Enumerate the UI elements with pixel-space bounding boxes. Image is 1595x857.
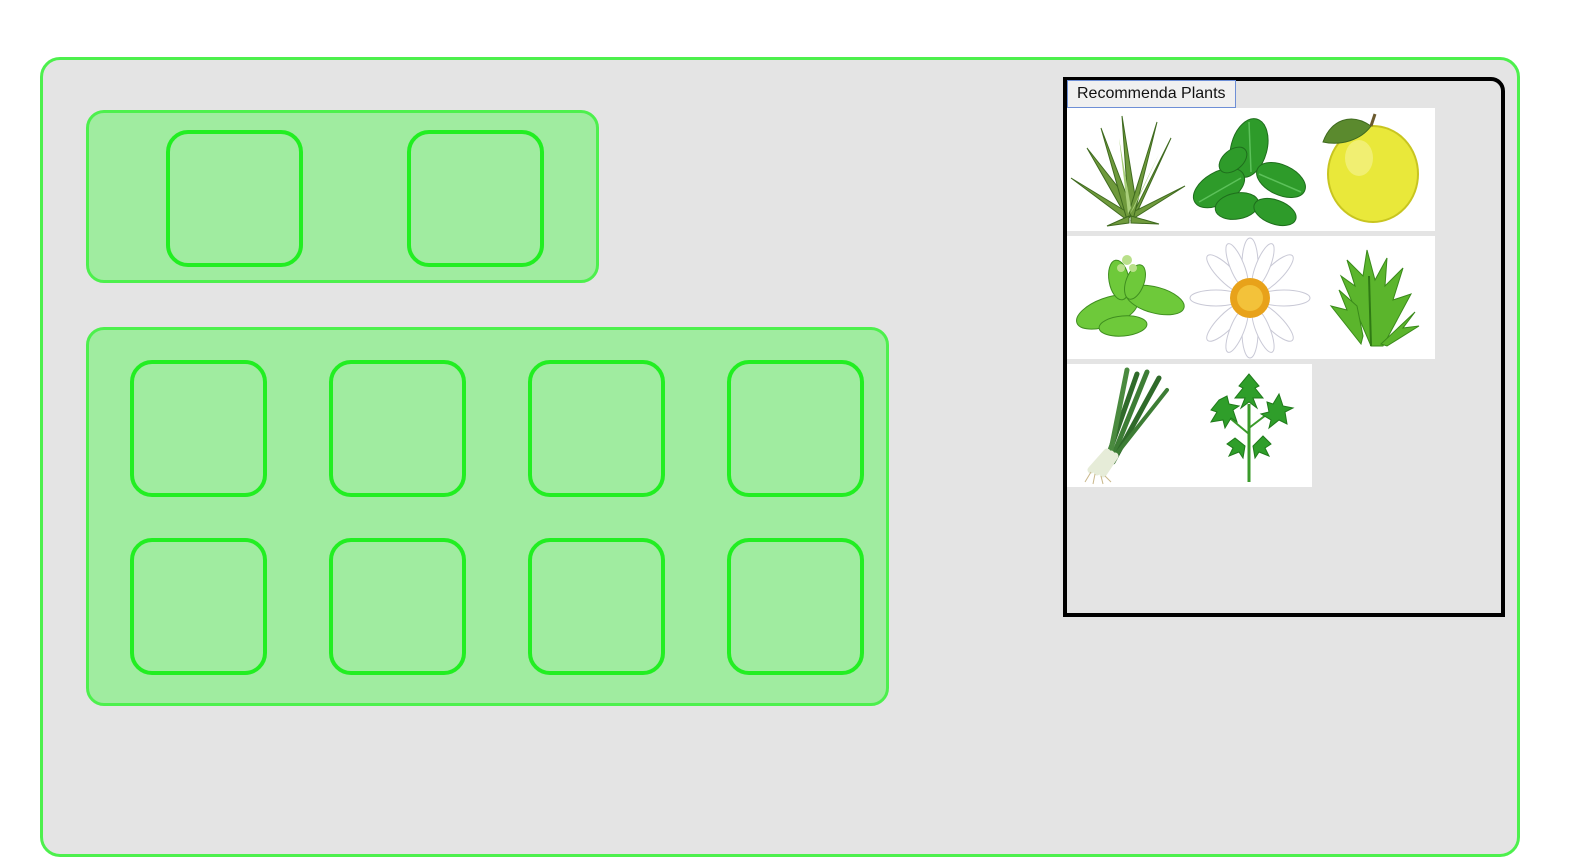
lemon-icon xyxy=(1322,113,1419,223)
arugula-icon xyxy=(1329,249,1420,347)
plant-item[interactable] xyxy=(1189,108,1311,231)
plant-item[interactable] xyxy=(1311,236,1433,359)
chamomile-icon xyxy=(1189,237,1311,359)
plant-row xyxy=(1067,236,1435,359)
mint-icon xyxy=(1076,255,1185,337)
planter-slot[interactable] xyxy=(166,130,303,267)
basil-icon xyxy=(1192,118,1306,227)
parsley-icon xyxy=(1210,373,1295,482)
plant-item[interactable] xyxy=(1067,108,1189,231)
plant-item[interactable] xyxy=(1189,236,1311,359)
recommend-plants-button[interactable]: Recommenda Plants xyxy=(1067,80,1236,108)
planter-slot[interactable] xyxy=(528,360,665,497)
planter-slot[interactable] xyxy=(329,538,466,675)
planter-slot[interactable] xyxy=(130,360,267,497)
planter-slot[interactable] xyxy=(329,360,466,497)
planter-slot[interactable] xyxy=(727,360,864,497)
plant-row xyxy=(1067,108,1435,231)
plant-item[interactable] xyxy=(1067,236,1189,359)
planter-slot[interactable] xyxy=(727,538,864,675)
plant-item[interactable] xyxy=(1311,108,1433,231)
aloe-icon xyxy=(1070,115,1186,227)
plant-row xyxy=(1067,364,1312,487)
plant-item[interactable] xyxy=(1067,364,1189,487)
green-onion-icon xyxy=(1084,367,1169,485)
plant-item[interactable] xyxy=(1189,364,1311,487)
planter-slot[interactable] xyxy=(528,538,665,675)
planter-slot[interactable] xyxy=(407,130,544,267)
planter-slot[interactable] xyxy=(130,538,267,675)
